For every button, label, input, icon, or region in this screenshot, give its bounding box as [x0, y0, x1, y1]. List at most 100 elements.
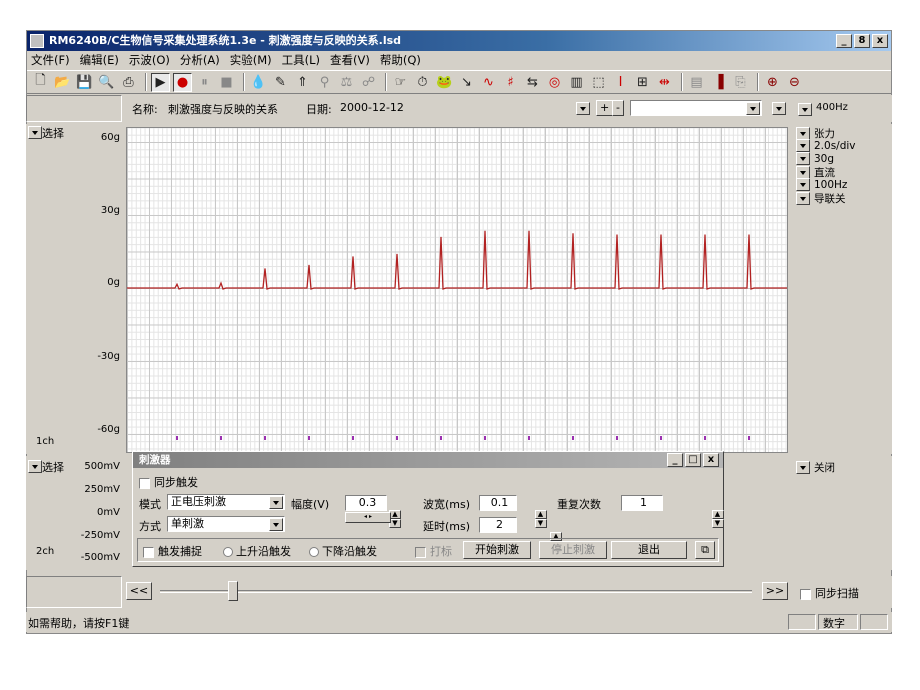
- stop-stimulus-button[interactable]: 停止刺激: [539, 541, 607, 559]
- chevron-down-icon[interactable]: [576, 102, 590, 115]
- falling-edge-radio[interactable]: [309, 547, 319, 557]
- hand-icon[interactable]: ☍: [359, 73, 378, 92]
- maximize-button[interactable]: □: [685, 453, 701, 467]
- export-icon[interactable]: ⎘: [731, 73, 750, 92]
- width-input[interactable]: 0.1: [479, 495, 517, 511]
- print-preview-icon[interactable]: 🔍: [97, 73, 116, 92]
- menu-experiment[interactable]: 实验(M): [230, 52, 272, 68]
- menu-edit[interactable]: 编辑(E): [80, 52, 119, 68]
- open-icon[interactable]: 📂: [53, 73, 72, 92]
- mark-checkbox[interactable]: [415, 546, 426, 558]
- chevron-down-icon[interactable]: [746, 102, 760, 115]
- setting-range[interactable]: 30g: [814, 153, 834, 165]
- drop-icon[interactable]: 💧: [249, 73, 268, 92]
- chevron-down-icon[interactable]: [796, 152, 810, 165]
- copy-icon[interactable]: ⧉: [695, 541, 715, 559]
- ch2-tick-500: 500mV: [84, 461, 120, 472]
- marker-icon[interactable]: ⇑: [293, 73, 312, 92]
- chevron-down-icon[interactable]: [28, 126, 42, 139]
- date-label: 日期:: [306, 103, 332, 116]
- close-button[interactable]: x: [703, 453, 719, 467]
- chevron-down-icon[interactable]: [28, 460, 42, 473]
- marker-select[interactable]: [630, 100, 762, 116]
- animal-icon[interactable]: 🐸: [435, 73, 454, 92]
- repeat-input[interactable]: 1: [621, 495, 663, 511]
- window-icon[interactable]: ▤: [687, 73, 706, 92]
- scale-icon[interactable]: ▥: [567, 73, 586, 92]
- info-left-blank: [26, 95, 122, 122]
- record-icon[interactable]: ●: [173, 72, 192, 92]
- minimize-button[interactable]: _: [667, 453, 683, 467]
- chevron-down-icon[interactable]: [798, 103, 812, 116]
- repeat-spinner[interactable]: ▲ ▼: [711, 510, 724, 528]
- pause-icon[interactable]: ⏸: [195, 73, 214, 92]
- mode-select[interactable]: 正电压刺激: [167, 494, 285, 510]
- delay-input[interactable]: 2: [479, 517, 517, 533]
- panel-icon[interactable]: ▐: [709, 73, 728, 92]
- display-icon[interactable]: ⚖: [337, 73, 356, 92]
- sync-scan-checkbox[interactable]: [800, 588, 811, 600]
- scroll-track[interactable]: [160, 590, 752, 593]
- amplitude-step-buttons[interactable]: ◂ ▸: [345, 512, 391, 523]
- minimize-button[interactable]: _: [836, 34, 852, 48]
- plus-button[interactable]: +: [596, 100, 614, 116]
- ch1-plot-area[interactable]: [126, 127, 788, 453]
- capture-checkbox[interactable]: [143, 546, 154, 558]
- chevron-down-icon[interactable]: [269, 496, 283, 509]
- minus-button[interactable]: -: [612, 100, 624, 116]
- play-icon[interactable]: ▶: [151, 72, 170, 92]
- grid-icon[interactable]: ⊞: [633, 73, 652, 92]
- menu-help[interactable]: 帮助(Q): [380, 52, 421, 68]
- scissors-icon[interactable]: ↘: [457, 73, 476, 92]
- menu-scope[interactable]: 示波(O): [129, 52, 170, 68]
- menu-tools[interactable]: 工具(L): [282, 52, 320, 68]
- type-select[interactable]: 单刺激: [167, 516, 285, 532]
- cursor-icon[interactable]: ⚲: [315, 73, 334, 92]
- chevron-down-icon[interactable]: [796, 461, 810, 474]
- scroll-thumb[interactable]: [228, 581, 238, 601]
- amplitude-input[interactable]: 0.3: [345, 495, 387, 511]
- chart-icon[interactable]: ♯: [501, 73, 520, 92]
- scroll-left-button[interactable]: <<: [126, 582, 152, 600]
- scroll-right-button[interactable]: >>: [762, 582, 788, 600]
- target-icon[interactable]: ◎: [545, 73, 564, 92]
- save-icon[interactable]: 💾: [75, 73, 94, 92]
- setting-lead[interactable]: 导联关: [814, 191, 846, 206]
- chevron-down-icon[interactable]: [796, 139, 810, 152]
- wave-icon[interactable]: ∿: [479, 73, 498, 92]
- chevron-down-icon[interactable]: [796, 178, 810, 191]
- new-icon[interactable]: 🗋: [31, 73, 50, 92]
- stimulus-marker: [220, 436, 222, 440]
- stop-icon[interactable]: ■: [217, 73, 236, 92]
- rising-edge-radio[interactable]: [223, 547, 233, 557]
- select-icon[interactable]: ⬚: [589, 73, 608, 92]
- zoom-in-icon[interactable]: ⊕: [763, 73, 782, 92]
- ch1-tick-minus30: -30g: [97, 351, 120, 362]
- text-cursor-icon[interactable]: I: [611, 73, 630, 92]
- start-stimulus-button[interactable]: 开始刺激: [463, 541, 531, 559]
- zoom-out-icon[interactable]: ⊖: [785, 73, 804, 92]
- timer-icon[interactable]: ⏱: [413, 73, 432, 92]
- pointer-hand-icon[interactable]: ☞: [391, 73, 410, 92]
- setting-filter[interactable]: 100Hz: [814, 179, 847, 191]
- print-icon[interactable]: ⎙: [119, 73, 138, 92]
- chevron-down-icon[interactable]: [772, 102, 786, 115]
- menu-analyze[interactable]: 分析(A): [180, 52, 220, 68]
- measure-icon[interactable]: ⇹: [655, 73, 674, 92]
- restore-button[interactable]: 8: [854, 34, 870, 48]
- chevron-down-icon[interactable]: [269, 518, 283, 531]
- setting-timebase[interactable]: 2.0s/div: [814, 140, 856, 152]
- exit-button[interactable]: 退出: [611, 541, 687, 559]
- menu-view[interactable]: 查看(V): [330, 52, 370, 68]
- sync-trigger-checkbox[interactable]: [139, 477, 150, 489]
- stimulus-marker: [484, 436, 486, 440]
- compare-icon[interactable]: ⇆: [523, 73, 542, 92]
- close-button[interactable]: x: [872, 34, 888, 48]
- ch2-select[interactable]: 选择: [42, 459, 64, 475]
- menu-file[interactable]: 文件(F): [31, 52, 70, 68]
- pen-icon[interactable]: ✎: [271, 73, 290, 92]
- ch2-off[interactable]: 关闭: [814, 460, 835, 475]
- chevron-down-icon[interactable]: [796, 192, 810, 205]
- width-spinner[interactable]: ▲ ▼: [534, 510, 547, 528]
- ch1-select[interactable]: 选择: [42, 125, 64, 141]
